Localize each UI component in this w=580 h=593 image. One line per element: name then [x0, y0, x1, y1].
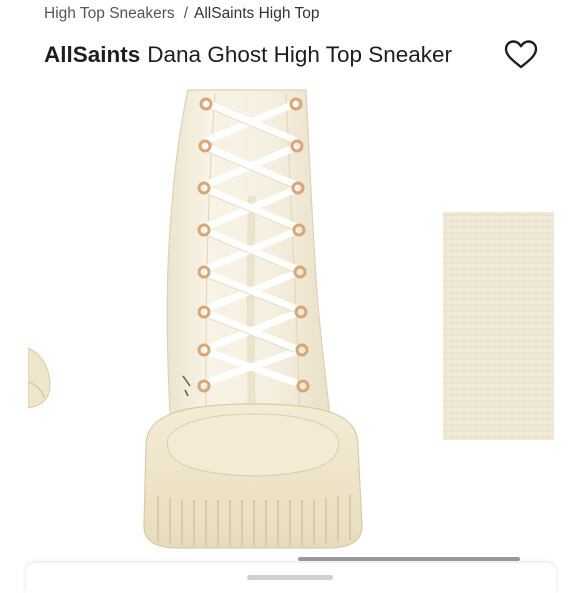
- product-image-main[interactable]: [28, 86, 430, 556]
- sheet-drag-handle[interactable]: [247, 575, 333, 580]
- gallery-scrollbar[interactable]: [298, 557, 520, 561]
- right-margin: [552, 86, 580, 580]
- product-image-thumbnail[interactable]: [443, 212, 554, 440]
- left-margin: [0, 86, 28, 580]
- product-image-gallery[interactable]: [28, 86, 554, 580]
- breadcrumb-link-high-top-sneakers[interactable]: High Top Sneakers: [44, 5, 175, 23]
- breadcrumb-current[interactable]: AllSaints High Top: [194, 5, 320, 23]
- bottom-sheet[interactable]: [26, 563, 556, 593]
- favorite-button[interactable]: [503, 38, 539, 72]
- heart-outline-icon: [504, 40, 538, 69]
- product-name: Dana Ghost High Top Sneaker: [147, 42, 453, 67]
- breadcrumb-separator: /: [183, 5, 188, 22]
- product-title: AllSaints Dana Ghost High Top Sneaker: [44, 40, 452, 70]
- brand-name[interactable]: AllSaints: [44, 42, 140, 68]
- breadcrumb: High Top Sneakers / AllSaints High Top: [44, 4, 320, 24]
